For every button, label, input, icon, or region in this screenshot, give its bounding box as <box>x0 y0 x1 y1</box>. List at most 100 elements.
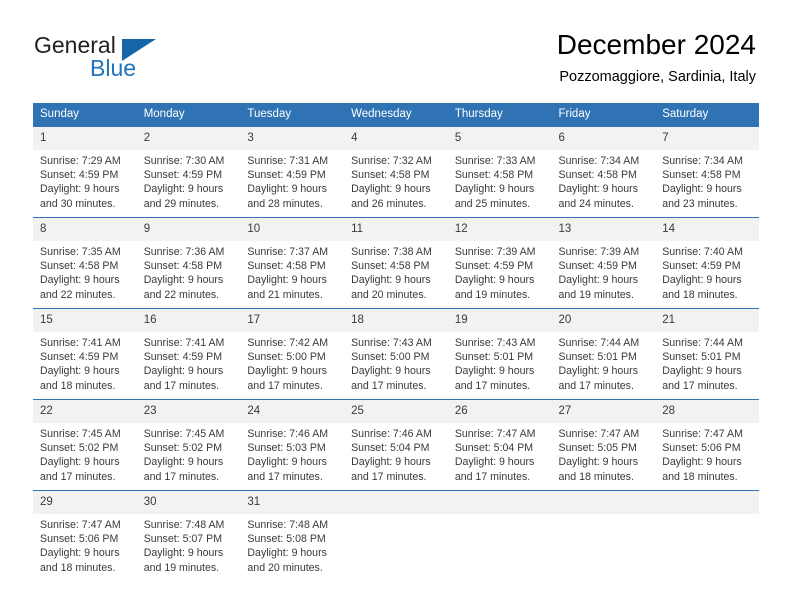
sunset-time: Sunset: 5:01 PM <box>454 351 534 364</box>
calendar-day-cell[interactable]: 28 Sunrise: 7:47 AM Sunset: 5:06 PM Dayligh… <box>655 399 759 491</box>
calendar-day-cell[interactable]: 30 Sunrise: 7:48 AM Sunset: 5:07 PM Dayligh… <box>136 490 241 581</box>
sunrise-time: Sunrise: 7:48 AM <box>247 519 329 531</box>
day-cell-inner: 9 Sunrise: 7:36 AM Sunset: 4:58 PM Daylight… <box>136 218 241 308</box>
calendar-day-cell[interactable]: 31 Sunrise: 7:48 AM Sunset: 5:08 PM Dayligh… <box>240 490 345 581</box>
calendar-day-cell[interactable]: 14 Sunrise: 7:40 AM Sunset: 4:59 PM Dayligh… <box>655 217 759 309</box>
daylight-duration-line1: Daylight: 9 hours <box>247 274 327 287</box>
daylight-duration-line2: and 20 minutes. <box>351 288 427 301</box>
day-number: 23 <box>136 400 241 423</box>
daylight-duration-line1: Daylight: 9 hours <box>247 456 327 469</box>
calendar-week-row: 29 Sunrise: 7:47 AM Sunset: 5:06 PM Dayligh… <box>33 490 759 581</box>
day-details: Sunrise: 7:48 AM Sunset: 5:08 PM Daylight:… <box>240 514 344 575</box>
day-details: Sunrise: 7:34 AM Sunset: 4:58 PM Daylight:… <box>655 150 759 211</box>
calendar-day-cell[interactable]: 21 Sunrise: 7:44 AM Sunset: 5:01 PM Dayligh… <box>655 308 759 400</box>
day-number: 18 <box>344 309 448 332</box>
daylight-duration-line2: and 19 minutes. <box>454 288 531 301</box>
daylight-duration-line2: and 18 minutes. <box>40 379 116 392</box>
calendar-day-cell[interactable]: 4 Sunrise: 7:32 AM Sunset: 4:58 PM Daylight… <box>344 126 448 218</box>
calendar-day-cell[interactable]: 25 Sunrise: 7:46 AM Sunset: 5:04 PM Dayligh… <box>344 399 448 491</box>
daylight-duration-line1: Daylight: 9 hours <box>454 365 535 378</box>
sunset-time: Sunset: 5:00 PM <box>351 351 430 364</box>
daylight-duration-line1: Daylight: 9 hours <box>143 274 224 287</box>
day-number: 21 <box>655 309 759 332</box>
daylight-duration-line2: and 23 minutes. <box>662 197 738 210</box>
daylight-duration-line1: Daylight: 9 hours <box>351 365 431 378</box>
calendar-day-cell[interactable]: 1 Sunrise: 7:29 AM Sunset: 4:59 PM Daylight… <box>33 126 137 218</box>
calendar-day-cell[interactable]: 2 Sunrise: 7:30 AM Sunset: 4:59 PM Daylight… <box>136 126 241 218</box>
day-cell-inner: 21 Sunrise: 7:44 AM Sunset: 5:01 PM Dayligh… <box>655 309 759 399</box>
day-number: 20 <box>551 309 656 332</box>
calendar-day-cell[interactable]: 26 Sunrise: 7:47 AM Sunset: 5:04 PM Dayligh… <box>447 399 552 491</box>
daylight-duration-line2: and 17 minutes. <box>143 379 220 392</box>
sunset-time: Sunset: 5:06 PM <box>662 442 741 455</box>
daylight-duration-line2: and 21 minutes. <box>247 288 323 301</box>
weekday-header-thursday: Thursday <box>447 103 552 127</box>
day-details: Sunrise: 7:45 AM Sunset: 5:02 PM Daylight:… <box>137 423 241 484</box>
daylight-duration-line1: Daylight: 9 hours <box>662 274 742 287</box>
day-number: 29 <box>33 491 137 514</box>
sunset-time: Sunset: 4:58 PM <box>558 169 637 182</box>
sunrise-time: Sunrise: 7:47 AM <box>40 519 121 531</box>
calendar-day-cell[interactable] <box>551 490 656 581</box>
calendar-day-cell[interactable]: 7 Sunrise: 7:34 AM Sunset: 4:58 PM Daylight… <box>655 126 759 218</box>
sunrise-time: Sunrise: 7:39 AM <box>454 246 536 258</box>
calendar-day-cell[interactable]: 18 Sunrise: 7:43 AM Sunset: 5:00 PM Dayligh… <box>344 308 448 400</box>
daylight-duration-line1: Daylight: 9 hours <box>558 365 639 378</box>
logo-text-blue: Blue <box>90 55 137 81</box>
weekday-header-saturday: Saturday <box>655 103 759 127</box>
daylight-duration-line1: Daylight: 9 hours <box>454 183 535 196</box>
sunrise-time: Sunrise: 7:44 AM <box>662 337 743 349</box>
calendar-day-cell[interactable]: 22 Sunrise: 7:45 AM Sunset: 5:02 PM Dayligh… <box>33 399 137 491</box>
calendar-day-cell[interactable] <box>344 490 448 581</box>
daylight-duration-line2: and 22 minutes. <box>40 288 116 301</box>
calendar-header-row: Sunday Monday Tuesday Wednesday Thursday… <box>33 103 759 127</box>
calendar-day-cell[interactable]: 29 Sunrise: 7:47 AM Sunset: 5:06 PM Dayligh… <box>33 490 137 581</box>
day-details: Sunrise: 7:39 AM Sunset: 4:59 PM Daylight:… <box>448 241 552 302</box>
calendar-day-cell[interactable] <box>447 490 552 581</box>
day-details: Sunrise: 7:30 AM Sunset: 4:59 PM Daylight:… <box>137 150 241 211</box>
sunrise-time: Sunrise: 7:48 AM <box>143 519 225 531</box>
calendar-day-cell[interactable]: 15 Sunrise: 7:41 AM Sunset: 4:59 PM Dayligh… <box>33 308 137 400</box>
daylight-duration-line2: and 17 minutes. <box>454 470 531 483</box>
day-number: 9 <box>136 218 241 241</box>
daylight-duration-line2: and 30 minutes. <box>40 197 116 210</box>
day-cell-inner: 14 Sunrise: 7:40 AM Sunset: 4:59 PM Dayligh… <box>655 218 759 308</box>
day-cell-inner <box>551 491 656 581</box>
calendar-day-cell[interactable]: 10 Sunrise: 7:37 AM Sunset: 4:58 PM Dayligh… <box>240 217 345 309</box>
day-number: 5 <box>447 127 552 150</box>
calendar-day-cell[interactable]: 16 Sunrise: 7:41 AM Sunset: 4:59 PM Dayligh… <box>136 308 241 400</box>
calendar-day-cell[interactable]: 5 Sunrise: 7:33 AM Sunset: 4:58 PM Daylight… <box>447 126 552 218</box>
day-cell-inner: 25 Sunrise: 7:46 AM Sunset: 5:04 PM Dayligh… <box>344 400 448 490</box>
calendar-day-cell[interactable]: 8 Sunrise: 7:35 AM Sunset: 4:58 PM Daylight… <box>33 217 137 309</box>
calendar-day-cell[interactable]: 17 Sunrise: 7:42 AM Sunset: 5:00 PM Dayligh… <box>240 308 345 400</box>
sunrise-time: Sunrise: 7:41 AM <box>40 337 121 349</box>
calendar-day-cell[interactable]: 6 Sunrise: 7:34 AM Sunset: 4:58 PM Daylight… <box>551 126 656 218</box>
calendar-day-cell[interactable]: 11 Sunrise: 7:38 AM Sunset: 4:58 PM Dayligh… <box>344 217 448 309</box>
calendar-day-cell[interactable] <box>655 490 759 581</box>
daylight-duration-line1: Daylight: 9 hours <box>143 365 224 378</box>
day-cell-inner: 7 Sunrise: 7:34 AM Sunset: 4:58 PM Daylight… <box>655 127 759 217</box>
sunrise-time: Sunrise: 7:32 AM <box>351 155 432 167</box>
sunrise-time: Sunrise: 7:39 AM <box>558 246 640 258</box>
calendar-day-cell[interactable]: 20 Sunrise: 7:44 AM Sunset: 5:01 PM Dayligh… <box>551 308 656 400</box>
daylight-duration-line2: and 17 minutes. <box>143 470 220 483</box>
daylight-duration-line2: and 18 minutes. <box>662 470 738 483</box>
day-details: Sunrise: 7:45 AM Sunset: 5:02 PM Daylight:… <box>33 423 137 484</box>
calendar-day-cell[interactable]: 3 Sunrise: 7:31 AM Sunset: 4:59 PM Daylight… <box>240 126 345 218</box>
day-cell-inner: 13 Sunrise: 7:39 AM Sunset: 4:59 PM Dayligh… <box>551 218 656 308</box>
daylight-duration-line2: and 17 minutes. <box>558 379 634 392</box>
daylight-duration-line1: Daylight: 9 hours <box>247 365 327 378</box>
calendar-day-cell[interactable]: 9 Sunrise: 7:36 AM Sunset: 4:58 PM Daylight… <box>136 217 241 309</box>
calendar-day-cell[interactable]: 12 Sunrise: 7:39 AM Sunset: 4:59 PM Dayligh… <box>447 217 552 309</box>
daylight-duration-line2: and 24 minutes. <box>558 197 634 210</box>
calendar-day-cell[interactable]: 19 Sunrise: 7:43 AM Sunset: 5:01 PM Dayligh… <box>447 308 552 400</box>
sunset-time: Sunset: 4:58 PM <box>454 169 534 182</box>
sunrise-time: Sunrise: 7:42 AM <box>247 337 329 349</box>
calendar-day-cell[interactable]: 24 Sunrise: 7:46 AM Sunset: 5:03 PM Dayligh… <box>240 399 345 491</box>
daylight-duration-line1: Daylight: 9 hours <box>40 547 120 560</box>
day-details: Sunrise: 7:47 AM Sunset: 5:06 PM Daylight:… <box>33 514 137 575</box>
calendar-day-cell[interactable]: 23 Sunrise: 7:45 AM Sunset: 5:02 PM Dayligh… <box>136 399 241 491</box>
sunrise-time: Sunrise: 7:29 AM <box>40 155 121 167</box>
calendar-day-cell[interactable]: 27 Sunrise: 7:47 AM Sunset: 5:05 PM Dayligh… <box>551 399 656 491</box>
calendar-day-cell[interactable]: 13 Sunrise: 7:39 AM Sunset: 4:59 PM Dayligh… <box>551 217 656 309</box>
